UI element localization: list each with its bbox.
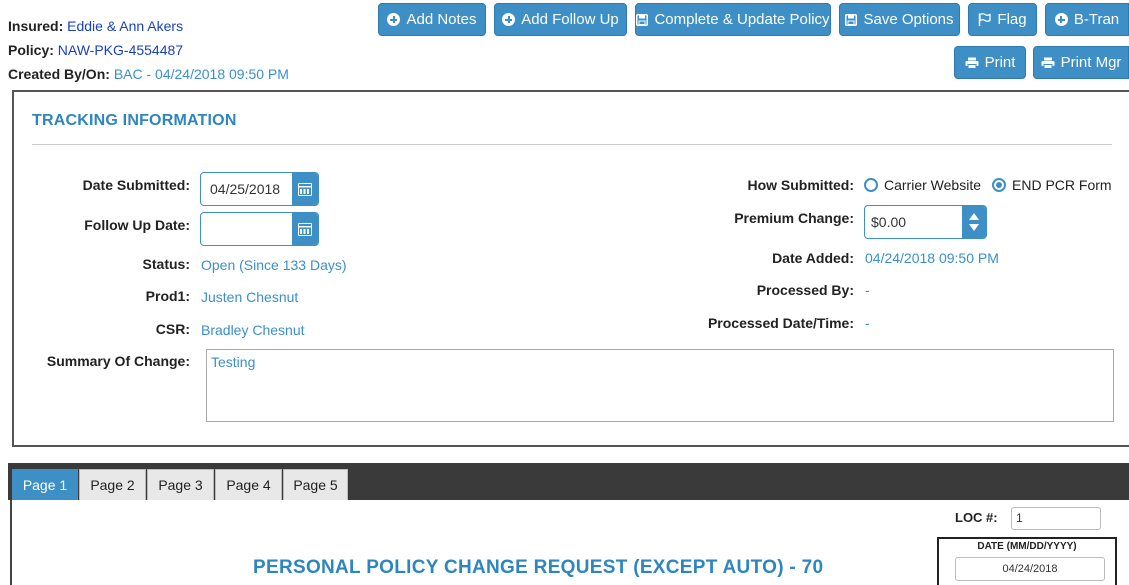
plus-circle-icon [1054,13,1068,26]
calendar-icon [298,182,312,196]
radio-end-pcr-form[interactable]: END PCR Form [992,177,1112,193]
date-submitted-label: Date Submitted: [82,177,190,193]
save-icon [845,13,858,26]
status-label: Status: [142,256,190,272]
calendar-button[interactable] [292,213,318,245]
form-title: PERSONAL POLICY CHANGE REQUEST (EXCEPT A… [253,557,824,578]
policy-row: Policy: NAW-PKG-4554487 [8,38,289,62]
arrow-down-icon[interactable] [969,224,979,231]
divider [32,144,1112,145]
save-options-label: Save Options [863,11,954,28]
arrow-up-icon[interactable] [969,213,979,220]
tab-page-2[interactable]: Page 2 [79,469,146,500]
loc-input[interactable]: 1 [1011,507,1101,530]
insured-value[interactable]: Eddie & Ann Akers [67,18,183,34]
premium-change-field[interactable]: $0.00 [864,205,987,239]
print-button[interactable]: Print [954,46,1026,79]
insured-label: Insured: [8,18,64,34]
add-follow-up-label: Add Follow Up [521,11,619,28]
print-mgr-label: Print Mgr [1060,54,1122,71]
record-header: Insured: Eddie & Ann Akers Policy: NAW-P… [8,14,289,86]
processed-datetime-value: - [865,315,870,331]
add-notes-button[interactable]: Add Notes [378,3,486,36]
tab-page-1[interactable]: Page 1 [12,469,78,500]
summary-label: Summary Of Change: [46,353,190,369]
flag-label: Flag [997,11,1027,28]
policy-value[interactable]: NAW-PKG-4554487 [58,42,183,58]
flag-button[interactable]: Flag [968,3,1037,36]
premium-change-label: Premium Change: [734,210,854,226]
tracking-title: TRACKING INFORMATION [32,112,237,129]
processed-by-label: Processed By: [756,282,854,298]
insured-row: Insured: Eddie & Ann Akers [8,14,289,38]
complete-update-label: Complete & Update Policy [654,11,830,28]
print-icon [1041,57,1055,69]
plus-circle-icon [502,13,516,26]
status-value: Open (Since 133 Days) [201,257,347,273]
date-submitted-field[interactable]: 04/25/2018 [200,172,319,206]
save-icon [636,13,649,26]
follow-up-date-value[interactable] [201,213,292,245]
radio-selected-icon[interactable] [992,178,1006,192]
add-follow-up-button[interactable]: Add Follow Up [494,3,627,36]
tab-page-4[interactable]: Page 4 [215,469,282,500]
radio-end-pcr-form-label: END PCR Form [1012,177,1112,193]
follow-up-date-field[interactable] [200,212,319,246]
how-submitted-label: How Submitted: [747,177,854,193]
tab-page-3[interactable]: Page 3 [147,469,214,500]
date-submitted-value[interactable]: 04/25/2018 [201,173,292,205]
csr-value: Bradley Chesnut [201,322,305,338]
print-icon [965,57,979,69]
date-added-value: 04/24/2018 09:50 PM [865,250,999,266]
radio-carrier-website[interactable]: Carrier Website [864,177,981,193]
b-tran-label: B-Tran [1073,11,1120,28]
created-value: BAC - 04/24/2018 09:50 PM [113,66,289,82]
calendar-button[interactable] [292,173,318,205]
created-row: Created By/On: BAC - 04/24/2018 09:50 PM [8,62,289,86]
save-options-button[interactable]: Save Options [839,3,960,36]
print-label: Print [984,54,1016,71]
summary-textarea[interactable]: Testing [206,349,1114,422]
processed-datetime-label: Processed Date/Time: [707,315,854,331]
created-label: Created By/On: [8,66,110,82]
csr-label: CSR: [155,321,190,337]
premium-change-value[interactable]: $0.00 [865,206,962,238]
page-tabbar: Page 1 Page 2 Page 3 Page 4 Page 5 [8,463,1129,500]
add-notes-label: Add Notes [406,11,477,28]
premium-spinner[interactable] [962,206,986,238]
tab-page-5[interactable]: Page 5 [283,469,348,500]
radio-circle-icon[interactable] [864,178,878,192]
loc-label: LOC #: [955,510,998,525]
form-date-box: DATE (MM/DD/YYYY) 04/24/2018 [937,537,1117,585]
policy-label: Policy: [8,42,54,58]
flag-icon [978,13,992,26]
prod1-value: Justen Chesnut [201,289,299,305]
calendar-icon [298,222,312,236]
form-date-input[interactable]: 04/24/2018 [955,557,1105,581]
tracking-panel: TRACKING INFORMATION Date Submitted: 04/… [12,90,1129,447]
b-tran-button[interactable]: B-Tran [1045,3,1129,36]
plus-circle-icon [387,13,401,26]
print-mgr-button[interactable]: Print Mgr [1033,46,1129,79]
prod1-label: Prod1: [145,288,190,304]
radio-carrier-website-label: Carrier Website [884,177,981,193]
date-added-label: Date Added: [772,250,854,266]
form-date-label: DATE (MM/DD/YYYY) [977,541,1077,552]
complete-update-policy-button[interactable]: Complete & Update Policy [635,3,831,36]
processed-by-value: - [865,282,870,298]
follow-up-date-label: Follow Up Date: [84,217,190,233]
